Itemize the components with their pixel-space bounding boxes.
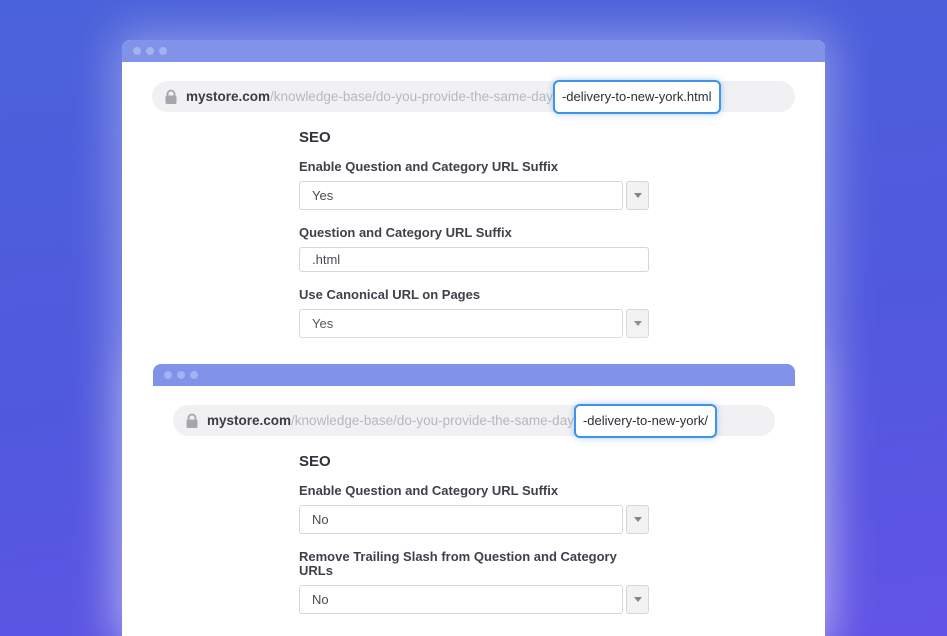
url-path: /knowledge-base/do-you-provide-the-same-…: [291, 413, 574, 428]
field-label: Remove Trailing Slash from Question and …: [299, 550, 649, 578]
url-suffix-input[interactable]: [299, 247, 649, 272]
select-value: No: [299, 505, 623, 534]
field-label: Enable Question and Category URL Suffix: [299, 484, 649, 498]
remove-trailing-slash-select[interactable]: No: [299, 585, 649, 614]
select-value: Yes: [299, 181, 623, 210]
address-bar[interactable]: mystore.com/knowledge-base/do-you-provid…: [152, 81, 795, 112]
enable-url-suffix-select[interactable]: Yes: [299, 181, 649, 210]
address-bar[interactable]: mystore.com/knowledge-base/do-you-provid…: [173, 405, 775, 436]
window-control-dot[interactable]: [177, 371, 185, 379]
seo-settings-form: SEO Enable Question and Category URL Suf…: [299, 128, 649, 338]
window-control-dot[interactable]: [164, 371, 172, 379]
enable-url-suffix-select[interactable]: No: [299, 505, 649, 534]
field-label: Use Canonical URL on Pages: [299, 288, 649, 302]
window-control-dot[interactable]: [133, 47, 141, 55]
window-titlebar: [122, 40, 825, 62]
canonical-url-select[interactable]: Yes: [299, 309, 649, 338]
url-text: mystore.com/knowledge-base/do-you-provid…: [207, 404, 717, 438]
field-label: Question and Category URL Suffix: [299, 226, 649, 240]
page-title: SEO: [299, 452, 649, 472]
chevron-down-icon: [634, 597, 642, 602]
lock-icon: [186, 413, 198, 429]
url-domain: mystore.com: [207, 413, 291, 428]
window-control-dot[interactable]: [190, 371, 198, 379]
select-dropdown-button[interactable]: [626, 309, 649, 338]
select-dropdown-button[interactable]: [626, 585, 649, 614]
lock-icon: [165, 89, 177, 105]
url-suffix-highlight[interactable]: -delivery-to-new-york.html: [553, 80, 721, 114]
seo-settings-form: SEO Enable Question and Category URL Suf…: [299, 452, 649, 614]
chevron-down-icon: [634, 193, 642, 198]
chevron-down-icon: [634, 321, 642, 326]
select-dropdown-button[interactable]: [626, 181, 649, 210]
browser-window-trailing-slash: mystore.com/knowledge-base/do-you-provid…: [153, 364, 795, 636]
window-titlebar: [153, 364, 795, 386]
url-domain: mystore.com: [186, 89, 270, 104]
select-dropdown-button[interactable]: [626, 505, 649, 534]
page-title: SEO: [299, 128, 649, 148]
url-text: mystore.com/knowledge-base/do-you-provid…: [186, 80, 721, 114]
window-control-dot[interactable]: [159, 47, 167, 55]
chevron-down-icon: [634, 517, 642, 522]
window-control-dot[interactable]: [146, 47, 154, 55]
select-value: No: [299, 585, 623, 614]
select-value: Yes: [299, 309, 623, 338]
url-suffix-highlight[interactable]: -delivery-to-new-york/: [574, 404, 717, 438]
field-label: Enable Question and Category URL Suffix: [299, 160, 649, 174]
url-path: /knowledge-base/do-you-provide-the-same-…: [270, 89, 553, 104]
